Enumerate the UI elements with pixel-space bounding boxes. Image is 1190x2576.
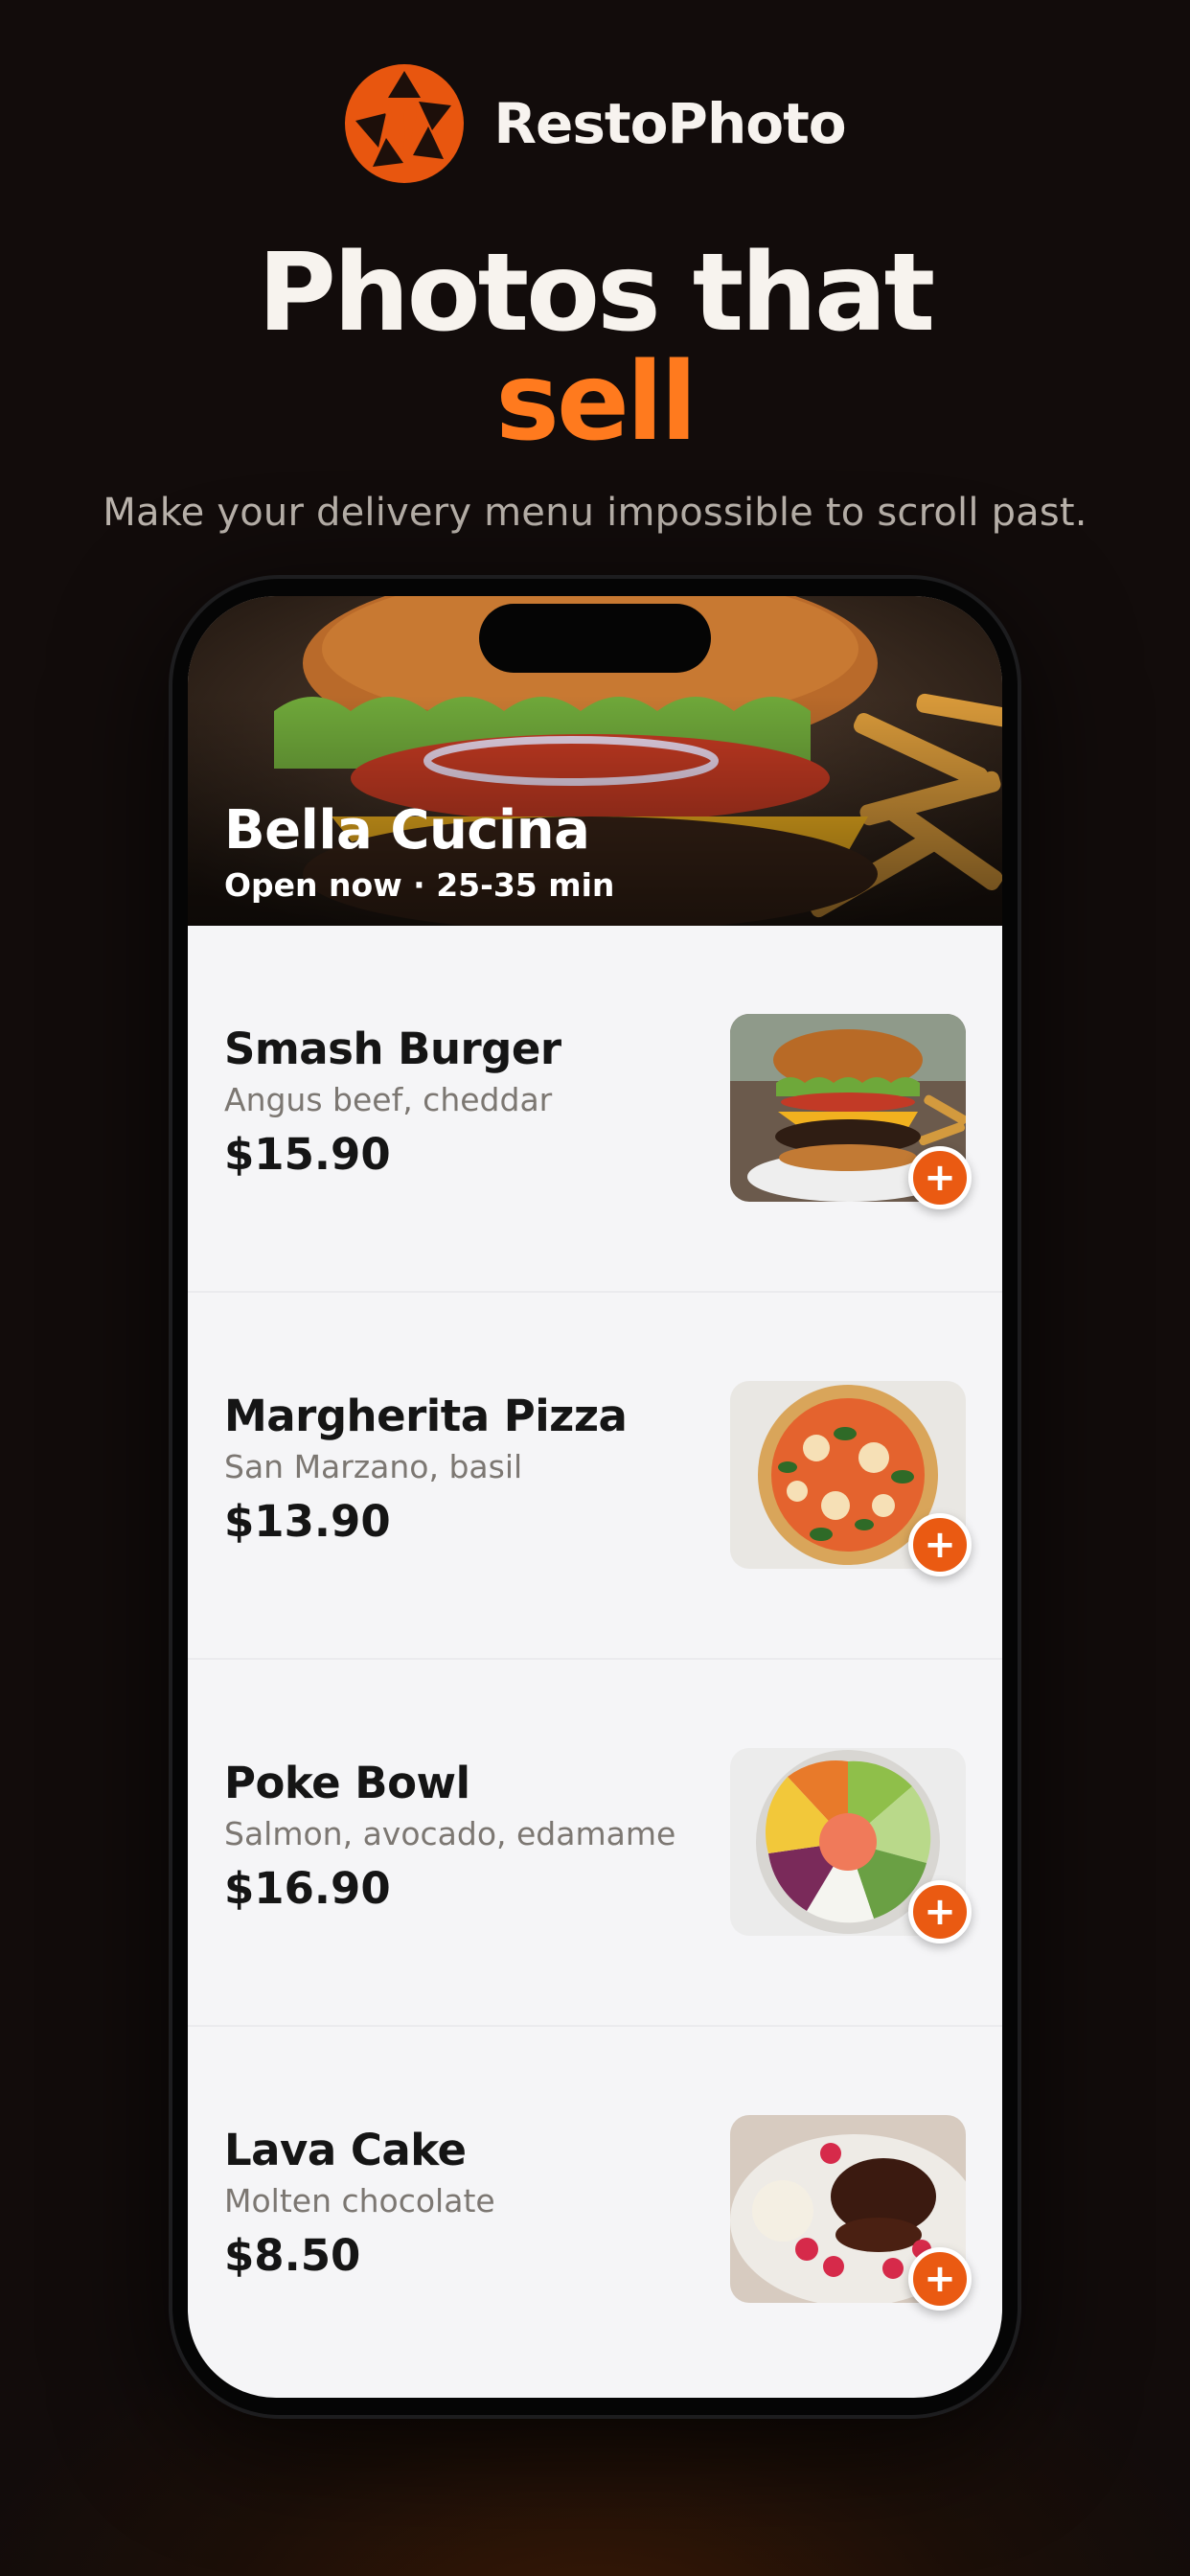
item-price: $8.50 xyxy=(224,2230,361,2281)
hero-subtitle: Make your delivery menu impossible to sc… xyxy=(103,491,1087,535)
menu-item-smash-burger[interactable]: Smash Burger Angus beef, cheddar $15.90 xyxy=(188,926,1002,1293)
item-name: Lava Cake xyxy=(224,2125,467,2175)
item-price: $13.90 xyxy=(224,1496,391,1547)
item-price: $15.90 xyxy=(224,1129,391,1180)
plus-icon: + xyxy=(924,1890,956,1934)
plus-icon: + xyxy=(924,2257,956,2301)
item-description: San Marzano, basil xyxy=(224,1448,523,1485)
menu-item-lava-cake[interactable]: Lava Cake Molten chocolate $8.50 + xyxy=(188,2027,1002,2394)
item-description: Angus beef, cheddar xyxy=(224,1081,553,1118)
menu-list: Smash Burger Angus beef, cheddar $15.90 xyxy=(188,926,1002,2394)
restaurant-status: Open now · 25-35 min xyxy=(224,866,615,904)
headline-line-1: Photos that xyxy=(257,231,935,356)
item-name: Smash Burger xyxy=(224,1024,561,1074)
plus-icon: + xyxy=(924,1156,956,1200)
item-name: Poke Bowl xyxy=(224,1758,470,1808)
camera-aperture-fork-knife-icon xyxy=(345,64,465,183)
headline-line-2: sell xyxy=(495,340,697,465)
phone-screen: Bella Cucina Open now · 25-35 min Smash … xyxy=(188,596,1002,2398)
add-to-cart-button[interactable]: + xyxy=(908,1880,972,1944)
dynamic-island xyxy=(479,604,711,673)
item-description: Salmon, avocado, edamame xyxy=(224,1815,676,1852)
hero-headline: Photos that sell xyxy=(0,240,1190,456)
item-name: Margherita Pizza xyxy=(224,1391,628,1441)
menu-item-poke-bowl[interactable]: Poke Bowl Salmon, avocado, edamame $16.9… xyxy=(188,1660,1002,2027)
item-price: $16.90 xyxy=(224,1863,391,1914)
restaurant-name: Bella Cucina xyxy=(224,799,590,862)
add-to-cart-button[interactable]: + xyxy=(908,2247,972,2311)
item-description: Molten chocolate xyxy=(224,2182,495,2220)
plus-icon: + xyxy=(924,1523,956,1567)
add-to-cart-button[interactable]: + xyxy=(908,1513,972,1576)
brand-name: RestoPhoto xyxy=(493,91,846,156)
brand-header: RestoPhoto xyxy=(0,63,1190,184)
add-to-cart-button[interactable]: + xyxy=(908,1146,972,1209)
menu-item-margherita-pizza[interactable]: Margherita Pizza San Marzano, basil $13.… xyxy=(188,1293,1002,1660)
